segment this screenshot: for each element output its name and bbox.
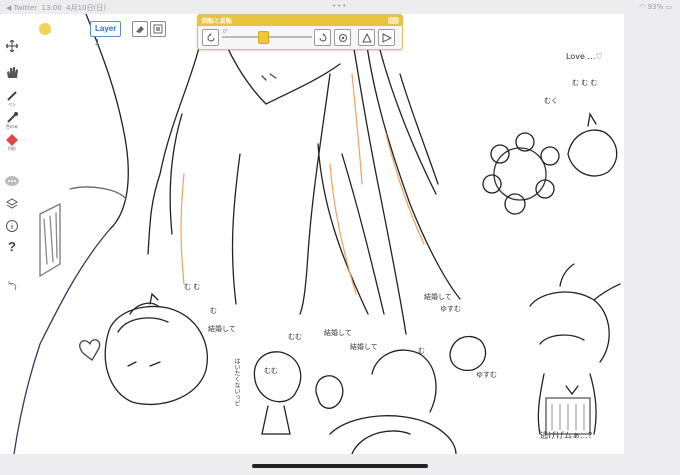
transform-button[interactable] <box>150 21 166 37</box>
fill-tool-label: 色のみ <box>6 124 18 129</box>
more-icon <box>5 176 19 186</box>
note-15: はいたくないっピ <box>233 358 240 406</box>
status-left[interactable]: ◀ Twitter 13:00 4月10日(日) <box>6 3 106 13</box>
note-love: Love …♡ <box>566 52 603 61</box>
info-button[interactable] <box>3 220 21 232</box>
panel-title: 回転と反転 <box>202 18 233 25</box>
battery-icon: ▭ <box>665 3 672 11</box>
flip-horizontal-icon <box>382 32 392 43</box>
pen-tool-label: ペン <box>8 102 16 107</box>
note-4: む <box>210 307 217 315</box>
home-indicator[interactable] <box>252 464 428 468</box>
clock: 13:00 <box>41 4 62 12</box>
undo-icon <box>8 281 17 291</box>
note-12: む <box>418 347 425 355</box>
color-picker-swatch[interactable] <box>39 23 51 35</box>
layer-button[interactable]: Layer 1 <box>90 21 122 47</box>
rotate-right-button[interactable] <box>314 29 331 46</box>
move-icon <box>6 40 18 52</box>
reset-icon <box>338 33 347 42</box>
left-toolbar: ペン 色のみ 円形 ? <box>0 14 24 314</box>
pen-tool[interactable]: ペン <box>3 90 21 107</box>
more-tools-button[interactable] <box>3 176 21 186</box>
note-8: 結婚して <box>424 293 452 301</box>
note-14: 逃げげムぁ…? <box>540 431 593 440</box>
note-13: ゆすむ <box>476 371 497 379</box>
note-3: む む <box>184 283 201 291</box>
battery-percent: 93% <box>647 3 664 11</box>
note-1: むく <box>544 97 558 105</box>
status-bar: ◀ Twitter 13:00 4月10日(日) ••• ◠ 93% ▭ <box>0 0 680 14</box>
rotate-flip-panel: 回転と反転 0° <box>197 14 403 50</box>
fill-tool[interactable]: 色のみ <box>3 112 21 129</box>
transform-icon <box>153 24 163 34</box>
rotate-left-icon <box>207 32 214 41</box>
pen-icon <box>7 91 17 101</box>
sketch-artwork <box>13 14 621 454</box>
flip-vertical-icon <box>361 32 372 42</box>
flip-vertical-button[interactable] <box>358 29 375 46</box>
help-button[interactable]: ? <box>3 240 21 254</box>
info-icon <box>6 220 18 232</box>
note-2: む む む <box>572 79 598 87</box>
note-5: 結婚して <box>208 325 236 333</box>
wifi-icon: ◠ <box>639 3 646 11</box>
back-to-app-link[interactable]: ◀ Twitter <box>6 4 37 12</box>
battery-indicator: ◠ 93% ▭ <box>639 3 672 11</box>
rotate-right-icon <box>319 32 326 41</box>
date: 4月10日(日) <box>66 4 106 12</box>
rotate-left-button[interactable] <box>202 29 219 46</box>
rotation-slider-thumb[interactable] <box>257 31 269 44</box>
help-icon: ? <box>8 239 16 254</box>
flip-horizontal-button[interactable] <box>378 29 395 46</box>
note-7: ゆすむ <box>440 305 461 313</box>
drawing-canvas[interactable]: Love …♡ むく む む む む む む 結婚して むむ ゆすむ 結婚して … <box>0 14 624 454</box>
eyedropper-icon <box>7 112 18 123</box>
note-6: むむ <box>288 333 302 341</box>
reset-rotation-button[interactable] <box>334 29 351 46</box>
layers-tool[interactable] <box>3 198 21 210</box>
shape-icon <box>6 134 18 146</box>
note-11: 結婚して <box>350 343 378 351</box>
undo-button[interactable] <box>3 280 21 292</box>
panel-close-button[interactable] <box>388 17 399 24</box>
note-9: むむ <box>264 367 278 375</box>
rotation-value: 0° <box>223 29 228 35</box>
hand-tool[interactable] <box>3 66 21 79</box>
multitask-dots[interactable]: ••• <box>332 2 347 10</box>
move-tool[interactable] <box>3 40 21 52</box>
hand-icon <box>7 67 18 78</box>
layers-icon <box>6 198 18 209</box>
note-10: 結婚して <box>324 329 352 337</box>
eraser-icon <box>136 26 144 33</box>
eraser-button[interactable] <box>132 21 148 37</box>
panel-header: 回転と反転 <box>198 15 402 26</box>
shape-tool-label: 円形 <box>8 146 16 151</box>
shape-tool[interactable]: 円形 <box>3 134 21 151</box>
